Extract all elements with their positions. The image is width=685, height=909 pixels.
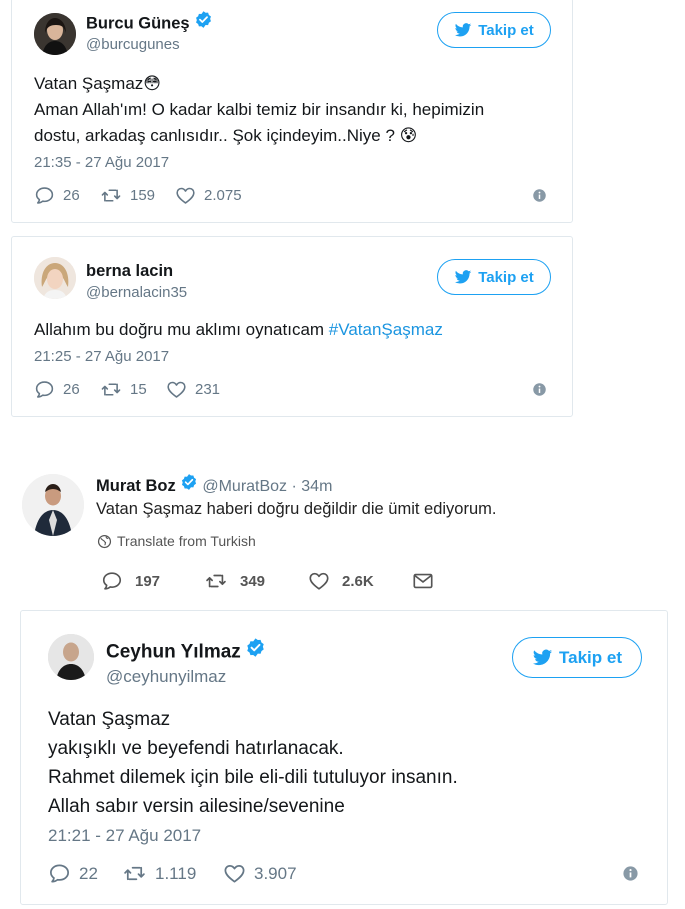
tweet-text-line: dostu, arkadaş canlısıdır.. Şok içindeyi… xyxy=(34,126,418,145)
tweet-text-line: Rahmet dilemek için bile eli-dili tutulu… xyxy=(48,767,458,788)
tweet-card-burcu-gunes: Burcu Güneş @burcugunes Takip et Vatan Ş… xyxy=(11,0,573,223)
retweet-count: 159 xyxy=(130,187,156,204)
speech-bubble-icon xyxy=(101,570,123,592)
display-name-text: Burcu Güneş xyxy=(86,14,190,33)
reply-button[interactable]: 26 xyxy=(34,379,80,400)
info-circle-icon[interactable] xyxy=(622,865,639,887)
reply-count: 22 xyxy=(79,863,98,883)
avatar[interactable] xyxy=(34,13,76,55)
tweet-text-line: Vatan Şaşmaz xyxy=(48,709,171,730)
reply-button[interactable]: 197 xyxy=(101,570,160,592)
heart-icon xyxy=(308,570,330,592)
translate-link[interactable]: Translate from Turkish xyxy=(97,533,256,549)
like-button[interactable]: 2.6K xyxy=(308,570,374,592)
display-name[interactable]: Murat Boz @MuratBoz · 34m xyxy=(96,475,332,498)
tweet-text-line: Vatan Şaşmaz😳 xyxy=(34,74,162,93)
speech-bubble-icon xyxy=(34,185,55,206)
follow-label: Takip et xyxy=(559,647,622,667)
retweet-arrows-icon xyxy=(204,570,228,592)
tweet-text-line: yakışıklı ve beyefendi hatırlanacak. xyxy=(48,738,344,759)
tweet-timestamp[interactable]: 21:25 - 27 Ağu 2017 xyxy=(34,348,169,365)
reply-button[interactable]: 22 xyxy=(48,862,98,885)
verified-badge-icon xyxy=(194,10,213,34)
heart-icon xyxy=(223,862,246,885)
tweet-text-plain: Allahım bu doğru mu aklımı oynatıcam xyxy=(34,320,329,339)
envelope-icon xyxy=(412,570,434,592)
follow-button[interactable]: Takip et xyxy=(437,12,551,48)
avatar[interactable] xyxy=(22,474,84,536)
tweet-text: Vatan Şaşmaz haberi doğru değildir die ü… xyxy=(96,500,497,518)
tweet-timestamp[interactable]: 21:35 - 27 Ağu 2017 xyxy=(34,154,169,171)
info-circle-icon[interactable] xyxy=(532,382,547,402)
retweet-count: 1.119 xyxy=(155,863,197,883)
tweet-card-ceyhun-yilmaz: Ceyhun Yılmaz @ceyhunyilmaz Takip et Vat… xyxy=(20,610,668,905)
display-name[interactable]: berna lacin xyxy=(86,262,173,281)
follow-button[interactable]: Takip et xyxy=(512,637,642,678)
twitter-bird-icon xyxy=(454,268,472,286)
retweet-count: 349 xyxy=(240,572,266,590)
follow-label: Takip et xyxy=(478,21,534,39)
verified-badge-icon xyxy=(245,637,266,664)
like-count: 2.075 xyxy=(204,187,242,204)
direct-message-button[interactable] xyxy=(412,570,442,592)
reply-count: 26 xyxy=(63,187,80,204)
username[interactable]: @ceyhunyilmaz xyxy=(106,667,226,687)
retweet-arrows-icon xyxy=(122,862,147,885)
tweet-card-berna-lacin: berna lacin @bernalacin35 Takip et Allah… xyxy=(11,236,573,417)
translate-label: Translate from Turkish xyxy=(117,533,256,549)
twitter-bird-icon xyxy=(454,21,472,39)
tweet-murat-boz: Murat Boz @MuratBoz · 34m Vatan Şaşmaz h… xyxy=(0,460,685,600)
follow-label: Takip et xyxy=(478,268,534,286)
speech-bubble-icon xyxy=(48,862,71,885)
tweet-text-line: Allah sabır versin ailesine/sevenine xyxy=(48,796,345,817)
like-button[interactable]: 2.075 xyxy=(175,185,242,206)
retweet-arrows-icon xyxy=(100,379,122,400)
retweet-count: 15 xyxy=(130,381,147,398)
retweet-button[interactable]: 159 xyxy=(100,185,155,206)
info-circle-icon[interactable] xyxy=(532,188,547,208)
verified-badge-icon xyxy=(180,473,198,496)
display-name[interactable]: Burcu Güneş xyxy=(86,12,213,36)
username[interactable]: @burcugunes xyxy=(86,36,180,53)
tweet-text-line: Aman Allah'ım! O kadar kalbi temiz bir i… xyxy=(34,100,485,119)
like-button[interactable]: 231 xyxy=(166,379,220,400)
username[interactable]: @bernalacin35 xyxy=(86,284,187,301)
retweet-button[interactable]: 349 xyxy=(204,570,265,592)
like-count: 3.907 xyxy=(254,863,297,883)
speech-bubble-icon xyxy=(34,379,55,400)
reply-count: 197 xyxy=(135,572,161,590)
retweet-button[interactable]: 15 xyxy=(100,379,147,400)
avatar[interactable] xyxy=(48,634,94,680)
display-name-text: Ceyhun Yılmaz xyxy=(106,641,241,663)
reply-count: 26 xyxy=(63,381,80,398)
display-name-text: Murat Boz xyxy=(96,476,176,495)
reply-button[interactable]: 26 xyxy=(34,185,80,206)
like-count: 231 xyxy=(195,381,221,398)
tweet-timestamp[interactable]: 21:21 - 27 Ağu 2017 xyxy=(48,826,201,846)
globe-icon xyxy=(97,534,112,549)
hashtag-link[interactable]: #VatanŞaşmaz xyxy=(329,320,443,339)
follow-button[interactable]: Takip et xyxy=(437,259,551,295)
heart-icon xyxy=(166,379,187,400)
like-count: 2.6K xyxy=(342,572,374,590)
heart-icon xyxy=(175,185,196,206)
avatar[interactable] xyxy=(34,257,76,299)
retweet-arrows-icon xyxy=(100,185,122,206)
display-name[interactable]: Ceyhun Yılmaz xyxy=(106,639,266,666)
like-button[interactable]: 3.907 xyxy=(223,862,297,885)
username-and-time[interactable]: @MuratBoz · 34m xyxy=(202,478,332,495)
tweet-text: Allahım bu doğru mu aklımı oynatıcam #Va… xyxy=(34,320,443,340)
retweet-button[interactable]: 1.119 xyxy=(122,862,196,885)
twitter-bird-icon xyxy=(532,647,553,668)
